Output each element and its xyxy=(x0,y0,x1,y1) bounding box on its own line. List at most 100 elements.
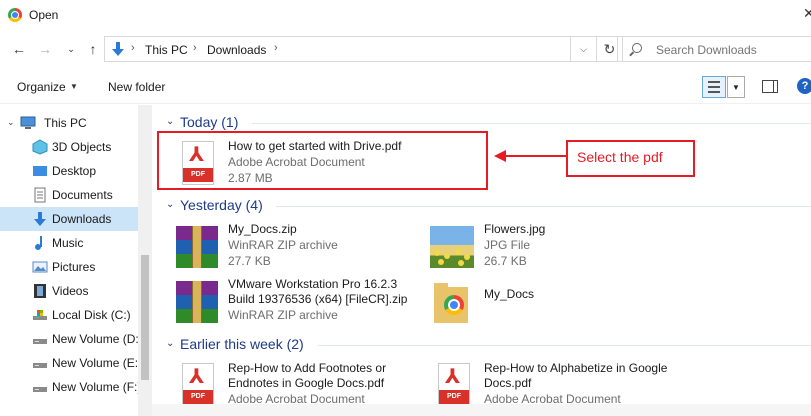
forward-arrow-icon[interactable]: → xyxy=(36,40,54,58)
file-item-my-docs-folder[interactable]: My_Docs xyxy=(430,277,630,329)
desktop-icon xyxy=(33,166,47,176)
sidebar-item-desktop[interactable]: Desktop xyxy=(0,159,138,183)
file-item-my-docs-zip[interactable]: My_Docs.zip WinRAR ZIP archive 27.7 KB xyxy=(174,222,414,274)
file-type: WinRAR ZIP archive xyxy=(228,238,338,252)
file-name: My_Docs xyxy=(484,287,535,301)
sidebar-item-new-volume-f[interactable]: New Volume (F:) xyxy=(0,375,142,399)
sidebar-item-pictures[interactable]: Pictures xyxy=(0,255,138,279)
navigation-bar: ← → ⌄ ↑ › This PC › Downloads › ⌵ ↻ xyxy=(0,32,811,68)
window-title: Open xyxy=(29,8,59,22)
music-note-icon xyxy=(35,236,42,250)
sidebar-item-documents[interactable]: Documents xyxy=(0,183,138,207)
search-icon xyxy=(632,43,642,53)
change-view-button[interactable] xyxy=(702,76,726,98)
close-icon[interactable]: ✕ xyxy=(803,5,811,22)
group-header-yesterday[interactable]: ⌄ Yesterday (4) xyxy=(152,195,811,217)
annotation-callout: Select the pdf xyxy=(566,140,695,177)
file-name: My_Docs.zip xyxy=(228,222,297,236)
sidebar-item-videos[interactable]: Videos xyxy=(0,279,138,303)
organize-button[interactable]: Organize xyxy=(17,80,66,94)
chevron-down-icon[interactable]: ⌄ xyxy=(166,199,174,210)
horizontal-scrollbar[interactable] xyxy=(152,404,811,416)
group-title: Today (1) xyxy=(180,114,239,130)
group-divider xyxy=(318,345,811,346)
sidebar-item-label: This PC xyxy=(44,116,87,130)
sidebar-item-this-pc[interactable]: ⌄ This PC xyxy=(0,111,138,135)
file-size: 26.7 KB xyxy=(484,254,527,268)
help-icon[interactable]: ? xyxy=(797,78,811,94)
drive-icon xyxy=(33,339,47,344)
preview-pane-icon[interactable] xyxy=(762,80,778,93)
file-item-flowers-jpg[interactable]: Flowers.jpg JPG File 26.7 KB xyxy=(430,222,650,274)
sidebar-scrollbar[interactable] xyxy=(138,105,152,416)
breadcrumb-separator-icon[interactable]: › xyxy=(274,42,278,54)
annotation-arrow-line xyxy=(505,155,569,157)
pc-icon xyxy=(20,116,36,129)
annotation-highlight-box xyxy=(157,131,488,190)
file-name-line-1: VMware Workstation Pro 16.2.3 xyxy=(228,277,398,291)
drive-icon xyxy=(33,310,47,320)
group-header-earlier-this-week[interactable]: ⌄ Earlier this week (2) xyxy=(152,334,811,356)
chrome-logo-icon xyxy=(8,8,22,22)
view-options-dropdown[interactable]: ▼ xyxy=(727,76,745,98)
drive-icon xyxy=(33,387,47,392)
address-bar[interactable]: › This PC › Downloads › xyxy=(104,36,571,62)
sidebar-item-label: Downloads xyxy=(52,212,112,226)
sidebar-item-new-volume-d[interactable]: New Volume (D: xyxy=(0,327,139,351)
sidebar-item-label: 3D Objects xyxy=(52,140,112,154)
file-name-line-1: Rep-How to Alphabetize in Google xyxy=(484,361,668,375)
downloads-folder-icon xyxy=(112,42,124,56)
up-arrow-icon[interactable]: ↑ xyxy=(84,40,102,58)
chevron-down-icon: ⌵ xyxy=(580,43,587,54)
address-history-dropdown[interactable]: ⌵ xyxy=(571,36,597,62)
winrar-icon xyxy=(174,279,218,323)
title-bar: Open ✕ xyxy=(0,0,811,32)
group-title: Earlier this week (2) xyxy=(180,336,304,352)
chevron-down-icon[interactable]: ⌄ xyxy=(7,117,15,128)
sidebar-item-label: Pictures xyxy=(52,260,96,274)
refresh-icon: ↻ xyxy=(603,40,616,57)
sidebar-item-3d-objects[interactable]: 3D Objects xyxy=(0,135,138,159)
scrollbar-thumb[interactable] xyxy=(141,255,149,380)
drive-icon xyxy=(33,363,47,368)
breadcrumb-separator-icon[interactable]: › xyxy=(131,42,135,54)
breadcrumb-this-pc[interactable]: This PC xyxy=(145,43,188,57)
chevron-down-icon[interactable]: ⌄ xyxy=(166,116,174,127)
documents-icon xyxy=(34,187,46,203)
sidebar-item-music[interactable]: Music xyxy=(0,231,138,255)
file-item-vmware-zip[interactable]: VMware Workstation Pro 16.2.3 Build 1937… xyxy=(174,277,424,329)
pictures-icon xyxy=(32,261,48,273)
image-thumbnail-icon xyxy=(430,224,474,268)
back-arrow-icon[interactable]: ← xyxy=(10,40,28,58)
sidebar-item-new-volume-e[interactable]: New Volume (E: xyxy=(0,351,138,375)
file-name: Flowers.jpg xyxy=(484,222,546,236)
sidebar-item-local-disk-c[interactable]: Local Disk (C:) xyxy=(0,303,138,327)
file-type: WinRAR ZIP archive xyxy=(228,308,338,322)
group-divider xyxy=(276,206,811,207)
file-name-line-2: Endnotes in Google Docs.pdf xyxy=(228,376,385,390)
group-title: Yesterday (4) xyxy=(180,197,263,213)
group-divider xyxy=(252,123,811,124)
chevron-down-icon[interactable]: ▼ xyxy=(70,82,78,91)
sidebar-item-label: New Volume (E: xyxy=(52,356,139,370)
pdf-icon: ⅄ PDF xyxy=(174,363,218,407)
sidebar-item-label: Desktop xyxy=(52,164,97,178)
file-open-dialog: Open ✕ ← → ⌄ ↑ › This PC › Downloads › ⌵… xyxy=(0,0,811,416)
download-arrow-icon xyxy=(34,212,46,226)
search-box[interactable] xyxy=(617,36,811,62)
recent-locations-chevron-icon[interactable]: ⌄ xyxy=(62,40,80,58)
search-input[interactable] xyxy=(656,42,806,58)
chevron-down-icon[interactable]: ⌄ xyxy=(166,338,174,349)
sidebar-item-label: Documents xyxy=(52,188,113,202)
breadcrumb-separator-icon[interactable]: › xyxy=(193,42,197,54)
file-type: JPG File xyxy=(484,238,531,252)
new-folder-button[interactable]: New folder xyxy=(108,80,165,94)
sidebar-item-label: New Volume (D: xyxy=(52,332,139,346)
winrar-icon xyxy=(174,224,218,268)
file-name-line-2: Build 19376536 (x64) [FileCR].zip xyxy=(228,292,408,306)
sidebar-item-label: New Volume (F:) xyxy=(52,380,142,394)
breadcrumb-downloads[interactable]: Downloads xyxy=(207,43,266,57)
pdf-icon: ⅄ PDF xyxy=(430,363,474,407)
sidebar-item-downloads[interactable]: Downloads xyxy=(0,207,138,231)
navigation-pane: ⌄ This PC 3D Objects Desktop Documents D… xyxy=(0,105,152,416)
